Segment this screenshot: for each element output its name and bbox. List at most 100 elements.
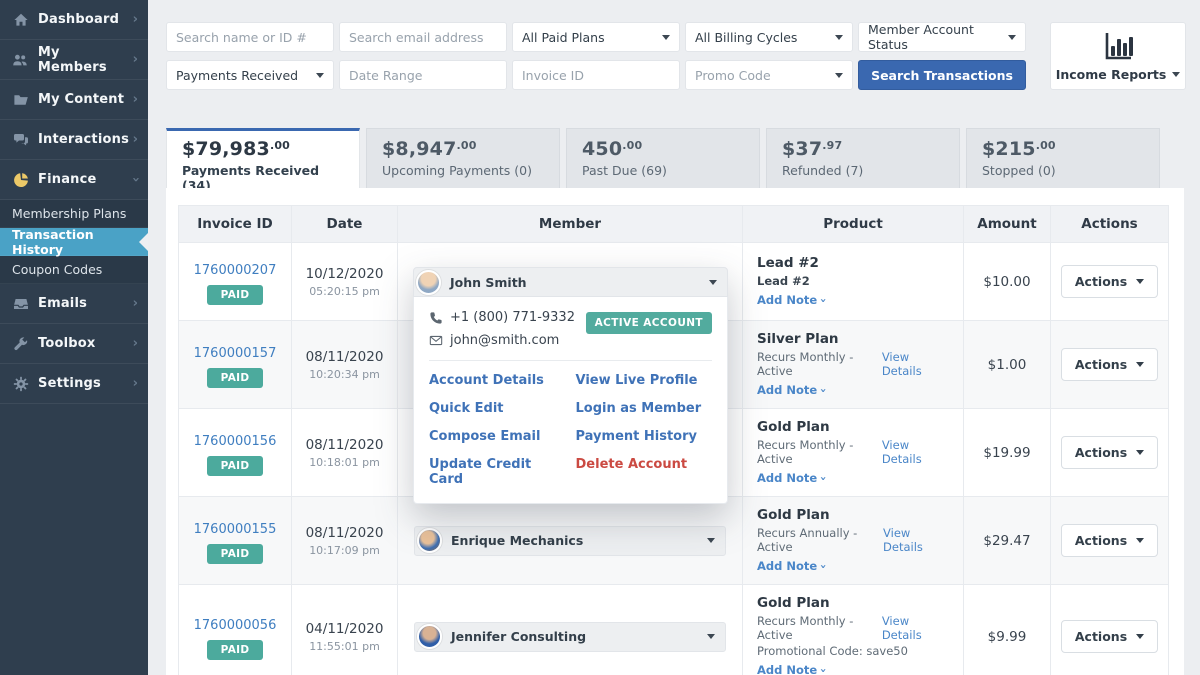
product-name: Gold Plan [757,595,949,611]
actions-button[interactable]: Actions [1061,524,1158,557]
invoice-link[interactable]: 1760000056 [194,618,277,633]
gear-icon [12,375,29,392]
filter-bar: All Paid Plans All Billing Cycles Member… [166,22,1200,90]
update-credit-card-link[interactable]: Update Credit Card [429,457,566,487]
bar-chart-icon [1100,31,1136,63]
pie-chart-icon [12,171,29,188]
search-name-input[interactable] [176,30,324,45]
product-name: Gold Plan [757,507,949,523]
add-note-link[interactable]: Add Note› [757,663,826,675]
member-phone: +1 (800) 771-9332 [450,310,575,325]
invoice-link[interactable]: 1760000155 [194,522,277,537]
search-email-input[interactable] [349,30,497,45]
add-note-link[interactable]: Add Note› [757,471,826,485]
billing-cycles-select[interactable]: All Billing Cycles [685,22,853,52]
account-details-link[interactable]: Account Details [429,373,566,388]
amount: $29.47 [964,497,1051,585]
sidebar-item-settings[interactable]: Settings › [0,364,148,404]
transaction-time: 10:17:09 pm [292,544,397,557]
product-name: Lead #2 [757,255,949,271]
search-transactions-button[interactable]: Search Transactions [858,60,1026,90]
chevron-down-icon: › [817,564,830,569]
transaction-time: 10:18:01 pm [292,456,397,469]
status-badge: PAID [207,456,264,476]
caret-down-icon [1136,279,1144,284]
chevron-right-icon: › [133,93,138,106]
sidebar-item-my-content[interactable]: My Content › [0,80,148,120]
invoice-id-input[interactable] [522,68,670,83]
amount: $19.99 [964,409,1051,497]
add-note-link[interactable]: Add Note› [757,293,826,307]
sidebar-item-toolbox[interactable]: Toolbox › [0,324,148,364]
caret-down-icon [707,634,715,639]
chevron-right-icon: › [133,53,138,66]
sidebar-item-my-members[interactable]: My Members › [0,40,148,80]
sidebar-item-finance[interactable]: Finance › [0,160,148,200]
sidebar-item-transaction-history[interactable]: Transaction History [0,228,148,256]
folder-icon [12,91,29,108]
sidebar-item-coupon-codes[interactable]: Coupon Codes [0,256,148,284]
transaction-time: 05:20:15 pm [292,285,397,298]
sidebar-item-emails[interactable]: Emails › [0,284,148,324]
sidebar-item-interactions[interactable]: Interactions › [0,120,148,160]
invoice-link[interactable]: 1760000157 [194,346,277,361]
sidebar-item-membership-plans[interactable]: Membership Plans [0,200,148,228]
member-dropdown[interactable]: Jennifer Consulting [414,622,726,652]
sidebar: Dashboard › My Members › My Content › In… [0,0,148,675]
table-row: 1760000155 PAID 08/11/2020 10:17:09 pm E… [179,497,1169,585]
status-badge: PAID [207,368,264,388]
tab-stopped[interactable]: $215.00 Stopped (0) [966,128,1160,188]
search-name-input-wrap [166,22,334,52]
col-header-actions: Actions [1051,206,1169,243]
date-range-input[interactable] [349,68,497,83]
member-dropdown-expanded[interactable]: John Smith [413,267,728,297]
date-range-input-wrap [339,60,507,90]
view-live-profile-link[interactable]: View Live Profile [576,373,713,388]
invoice-link[interactable]: 1760000207 [194,263,277,278]
delete-account-link[interactable]: Delete Account [576,457,713,487]
chevron-down-icon: › [817,476,830,481]
member-dropdown[interactable]: Enrique Mechanics [414,526,726,556]
invoice-link[interactable]: 1760000156 [194,434,277,449]
view-details-link[interactable]: View Details [882,438,947,466]
actions-button[interactable]: Actions [1061,620,1158,653]
add-note-link[interactable]: Add Note› [757,559,826,573]
promo-code-select[interactable]: Promo Code [685,60,853,90]
sidebar-item-dashboard[interactable]: Dashboard › [0,0,148,40]
wrench-icon [12,335,29,352]
compose-email-link[interactable]: Compose Email [429,429,566,444]
tab-refunded[interactable]: $37.97 Refunded (7) [766,128,960,188]
amount: $10.00 [964,243,1051,321]
product-sub: Recurs Monthly - Active [757,438,882,466]
add-note-link[interactable]: Add Note› [757,383,826,397]
view-details-link[interactable]: View Details [883,526,947,554]
actions-button[interactable]: Actions [1061,265,1158,298]
paid-plans-select[interactable]: All Paid Plans [512,22,680,52]
view-details-link[interactable]: View Details [882,614,947,642]
product-sub: Lead #2 [757,274,810,288]
table-row: 1760000056 PAID 04/11/2020 11:55:01 pm J… [179,585,1169,675]
tab-upcoming-payments[interactable]: $8,947.00 Upcoming Payments (0) [366,128,560,188]
tab-past-due[interactable]: 450.00 Past Due (69) [566,128,760,188]
transaction-time: 11:55:01 pm [292,640,397,653]
divider [429,360,712,361]
payment-history-link[interactable]: Payment History [576,429,713,444]
product-sub: Recurs Monthly - Active [757,350,882,378]
actions-button[interactable]: Actions [1061,348,1158,381]
income-reports-label: Income Reports [1056,67,1167,82]
product-name: Silver Plan [757,331,949,347]
quick-edit-link[interactable]: Quick Edit [429,401,566,416]
tab-payments-received[interactable]: $79,983.00 Payments Received (34) [166,128,360,188]
view-details-link[interactable]: View Details [882,350,947,378]
account-status-select[interactable]: Member Account Status [858,22,1026,52]
col-header-invoice-id: Invoice ID [179,206,292,243]
promo-code: Promotional Code: save50 [757,644,949,658]
transaction-date: 10/12/2020 [292,266,397,282]
payment-type-select[interactable]: Payments Received [166,60,334,90]
actions-button[interactable]: Actions [1061,436,1158,469]
chevron-down-icon: › [817,388,830,393]
income-reports-button[interactable]: Income Reports [1050,22,1186,90]
transaction-time: 10:20:34 pm [292,368,397,381]
chevron-right-icon: › [133,297,138,310]
login-as-member-link[interactable]: Login as Member [576,401,713,416]
